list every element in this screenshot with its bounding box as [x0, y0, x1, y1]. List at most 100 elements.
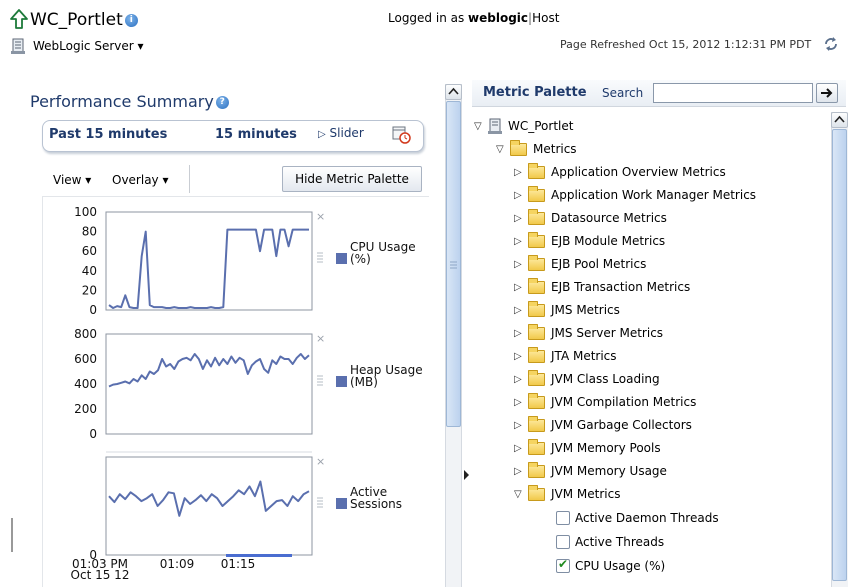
- metric-checkbox[interactable]: [556, 535, 570, 549]
- tree-label: JVM Garbage Collectors: [551, 418, 692, 432]
- tree-folder-item[interactable]: ▷ Application Overview Metrics: [514, 162, 726, 182]
- collapse-panel-icon[interactable]: [463, 465, 471, 485]
- tree-folder-item[interactable]: ▷ JTA Metrics: [514, 346, 617, 366]
- tree-label: WC_Portlet: [508, 119, 574, 133]
- tree-label: JVM Memory Usage: [551, 464, 667, 478]
- expanded-triangle-icon[interactable]: ▽: [514, 489, 528, 500]
- metric-checkbox[interactable]: [556, 557, 570, 573]
- collapsed-triangle-icon[interactable]: ▷: [514, 351, 528, 362]
- tree-metric-item[interactable]: CPU Usage (%): [556, 556, 665, 576]
- folder-icon: [528, 461, 545, 478]
- server-icon: [488, 118, 502, 134]
- tree-label: Application Work Manager Metrics: [551, 188, 757, 202]
- collapsed-triangle-icon[interactable]: ▷: [514, 443, 528, 454]
- chevron-up-icon: [448, 87, 459, 95]
- tree-label: JMS Metrics: [551, 303, 620, 317]
- folder-icon: [528, 392, 545, 409]
- tree-folder-item[interactable]: ▷ JVM Memory Pools: [514, 438, 661, 458]
- search-label: Search: [602, 86, 644, 100]
- tree-folder-item[interactable]: ▷ EJB Pool Metrics: [514, 254, 646, 274]
- y-tick-label: 800: [74, 327, 97, 341]
- chevron-up-icon: [834, 115, 845, 123]
- tree-folder-item[interactable]: ▷ EJB Transaction Metrics: [514, 277, 690, 297]
- folder-icon: [528, 369, 545, 386]
- login-host: Host: [532, 11, 560, 25]
- tree-folder-item[interactable]: ▷ JMS Server Metrics: [514, 323, 663, 343]
- tree-label: Application Overview Metrics: [551, 165, 726, 179]
- folder-icon: [528, 277, 545, 294]
- time-range-marker: [226, 554, 292, 557]
- collapsed-triangle-icon[interactable]: ▷: [514, 305, 528, 316]
- expanded-triangle-icon[interactable]: ▽: [474, 121, 488, 132]
- y-tick-label: 60: [82, 244, 97, 258]
- collapsed-triangle-icon[interactable]: ▷: [514, 420, 528, 431]
- tree-label: JVM Compilation Metrics: [551, 395, 697, 409]
- collapsed-triangle-icon[interactable]: ▷: [514, 213, 528, 224]
- tree-folder-item[interactable]: ▷ EJB Module Metrics: [514, 231, 665, 251]
- login-user: weblogic: [468, 11, 529, 25]
- collapsed-triangle-icon[interactable]: ▷: [514, 328, 528, 339]
- collapsed-triangle-icon[interactable]: ▷: [514, 282, 528, 293]
- tree-metric-item[interactable]: Active Threads: [556, 532, 664, 552]
- collapsed-triangle-icon[interactable]: ▷: [514, 397, 528, 408]
- scroll-thumb[interactable]: [446, 101, 461, 427]
- tree-label: JVM Class Loading: [551, 372, 660, 386]
- tree-node-root[interactable]: ▽ WC_Portlet: [474, 116, 573, 136]
- tree-label: Metrics: [533, 142, 577, 156]
- tree-folder-item[interactable]: ▷ JVM Class Loading: [514, 369, 660, 389]
- metric-label: Active Threads: [575, 535, 665, 549]
- legend-label: (%): [350, 252, 371, 266]
- tree-folder-item[interactable]: ▷ JVM Memory Usage: [514, 461, 667, 481]
- tree-folder-item[interactable]: ▷ JMS Metrics: [514, 300, 620, 320]
- folder-icon: [528, 254, 545, 271]
- tree-folder-item[interactable]: ▷ JVM Garbage Collectors: [514, 415, 692, 435]
- collapsed-triangle-icon[interactable]: ▷: [514, 167, 528, 178]
- close-chart-icon: ×: [316, 455, 325, 468]
- y-tick-label: 40: [82, 264, 97, 278]
- palette-scroll-thumb[interactable]: [832, 129, 847, 581]
- tree-node-metrics[interactable]: ▽ Metrics: [496, 139, 577, 159]
- tree-label: JTA Metrics: [551, 349, 617, 363]
- folder-icon: [528, 162, 545, 179]
- arrow-right-icon: [821, 88, 833, 98]
- y-tick-label: 0: [89, 303, 97, 317]
- folder-icon: [528, 231, 545, 248]
- y-tick-label: 0: [89, 427, 97, 441]
- y-tick-label: 600: [74, 352, 97, 366]
- expanded-triangle-icon[interactable]: ▽: [496, 144, 510, 155]
- tree-label: JVM Metrics: [551, 487, 621, 501]
- folder-icon: [528, 346, 545, 363]
- tree-folder-jvm-metrics[interactable]: ▽ JVM Metrics: [514, 484, 620, 504]
- legend-swatch: [336, 376, 347, 387]
- plot-frame: [105, 456, 313, 556]
- plot-frame: [105, 333, 313, 435]
- folder-icon: [528, 185, 545, 202]
- collapsed-triangle-icon[interactable]: ▷: [514, 259, 528, 270]
- tree-label: JVM Memory Pools: [551, 441, 661, 455]
- collapsed-triangle-icon[interactable]: ▷: [514, 236, 528, 247]
- x-tick-label: 01:15: [221, 557, 256, 571]
- tree-folder-item[interactable]: ▷ Application Work Manager Metrics: [514, 185, 756, 205]
- collapsed-triangle-icon[interactable]: ▷: [514, 374, 528, 385]
- metric-label: CPU Usage (%): [575, 559, 666, 573]
- tree-folder-item[interactable]: ▷ Datasource Metrics: [514, 208, 667, 228]
- palette-scroll-up-button[interactable]: [831, 112, 848, 128]
- scroll-up-button[interactable]: [445, 84, 462, 100]
- folder-icon: [528, 300, 545, 317]
- search-input[interactable]: [653, 83, 813, 103]
- tree-metric-item[interactable]: Active Daemon Threads: [556, 508, 719, 528]
- search-go-button[interactable]: [816, 83, 838, 103]
- y-tick-label: 80: [82, 225, 97, 239]
- metric-label: Active Daemon Threads: [575, 511, 719, 525]
- metric-palette-title: Metric Palette: [483, 85, 587, 100]
- folder-icon: [528, 438, 545, 455]
- collapsed-triangle-icon[interactable]: ▷: [514, 466, 528, 477]
- metric-checkbox[interactable]: [556, 511, 570, 525]
- collapsed-triangle-icon[interactable]: ▷: [514, 190, 528, 201]
- tree-label: Datasource Metrics: [551, 211, 667, 225]
- y-tick-label: 100: [74, 205, 97, 219]
- tree-folder-item[interactable]: ▷ JVM Compilation Metrics: [514, 392, 696, 412]
- legend-swatch: [336, 253, 347, 264]
- refresh-icon[interactable]: [823, 36, 839, 52]
- tree-label: JMS Server Metrics: [551, 326, 664, 340]
